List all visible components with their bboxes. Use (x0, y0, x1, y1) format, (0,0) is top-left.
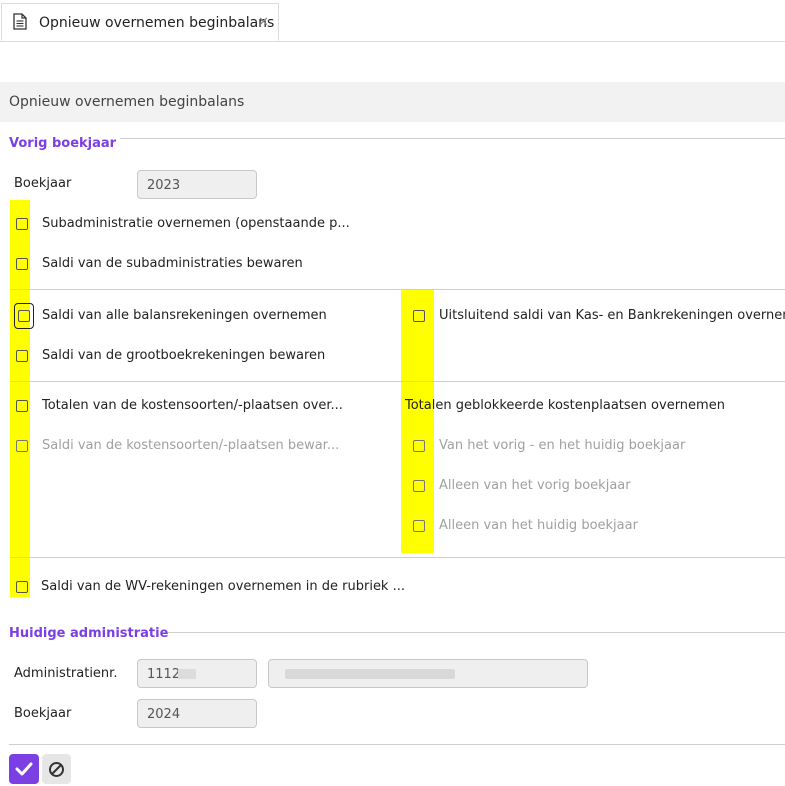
checkbox-saldi-balans-overnemen-box (18, 310, 30, 322)
checkbox-totalen-kosten[interactable] (16, 400, 28, 412)
boekjaar-field[interactable]: 2023 (137, 170, 257, 199)
cancel-button[interactable] (42, 754, 71, 784)
divider (120, 138, 785, 139)
boekjaar-value: 2023 (147, 178, 181, 193)
label-alleen-vorig: Alleen van het vorig boekjaar (439, 478, 631, 493)
label-geblokkeerde-kostenplaatsen: Totalen geblokkeerde kostenplaatsen over… (405, 398, 725, 413)
label-saldi-grootboek-bewaren: Saldi van de grootboekrekeningen bewaren (42, 348, 326, 363)
label-saldi-kosten-bewaren: Saldi van de kostensoorten/-plaatsen bew… (42, 438, 340, 453)
divider (168, 632, 785, 633)
divider (10, 381, 785, 382)
radio-vorig-en-huidig[interactable] (413, 440, 425, 452)
label-vorig-en-huidig: Van het vorig - en het huidig boekjaar (439, 438, 686, 453)
boekjaar-label: Boekjaar (14, 176, 72, 191)
redacted-block (178, 669, 196, 679)
divider (10, 557, 785, 558)
label-saldi-subadmin-bewaren: Saldi van de subadministraties bewaren (42, 256, 303, 271)
document-icon (13, 13, 27, 30)
checkbox-saldi-kosten-bewaren[interactable] (16, 440, 28, 452)
divider (9, 744, 785, 745)
checkbox-saldi-subadmin-bewaren[interactable] (16, 258, 28, 270)
close-icon[interactable]: ✕ (258, 15, 269, 30)
radio-alleen-vorig[interactable] (413, 480, 425, 492)
administratienr-field[interactable]: 1112 (137, 659, 257, 688)
label-saldi-wv: Saldi van de WV-rekeningen overnemen in … (41, 579, 405, 594)
section-title-huidige-administratie: Huidige administratie (9, 626, 169, 641)
radio-alleen-huidig[interactable] (413, 520, 425, 532)
panel-title: Opnieuw overnemen beginbalans (9, 94, 245, 110)
divider (10, 289, 785, 290)
label-subadmin-overnemen: Subadministratie overnemen (openstaande … (42, 216, 350, 231)
check-icon (15, 762, 33, 776)
highlight-right (401, 290, 434, 553)
tab-label: Opnieuw overnemen beginbalans (39, 15, 275, 31)
cancel-icon (49, 762, 64, 777)
label-totalen-kosten: Totalen van de kostensoorten/-plaatsen o… (42, 398, 343, 413)
label-uitsluitend-kas-bank: Uitsluitend saldi van Kas- en Bankrekeni… (439, 308, 785, 323)
label-saldi-balans-overnemen: Saldi van alle balansrekeningen overneme… (42, 308, 327, 323)
checkbox-saldi-grootboek-bewaren[interactable] (16, 350, 28, 362)
administratie-naam-field[interactable] (268, 659, 588, 688)
boekjaar-huidig-field[interactable]: 2024 (137, 699, 257, 728)
confirm-button[interactable] (9, 754, 39, 784)
redacted-block (285, 669, 455, 679)
checkbox-saldi-wv[interactable] (16, 581, 28, 593)
section-title-vorig-boekjaar: Vorig boekjaar (9, 136, 117, 151)
administratienr-value: 1112 (147, 667, 181, 682)
tab-beginbalans[interactable]: Opnieuw overnemen beginbalans ✕ (1, 3, 279, 41)
administratienr-label: Administratienr. (14, 666, 118, 681)
label-alleen-huidig: Alleen van het huidig boekjaar (439, 518, 638, 533)
boekjaar-huidig-label: Boekjaar (14, 706, 72, 721)
boekjaar-huidig-value: 2024 (147, 707, 181, 722)
checkbox-subadmin-overnemen[interactable] (16, 218, 28, 230)
checkbox-uitsluitend-kas-bank[interactable] (413, 310, 425, 322)
